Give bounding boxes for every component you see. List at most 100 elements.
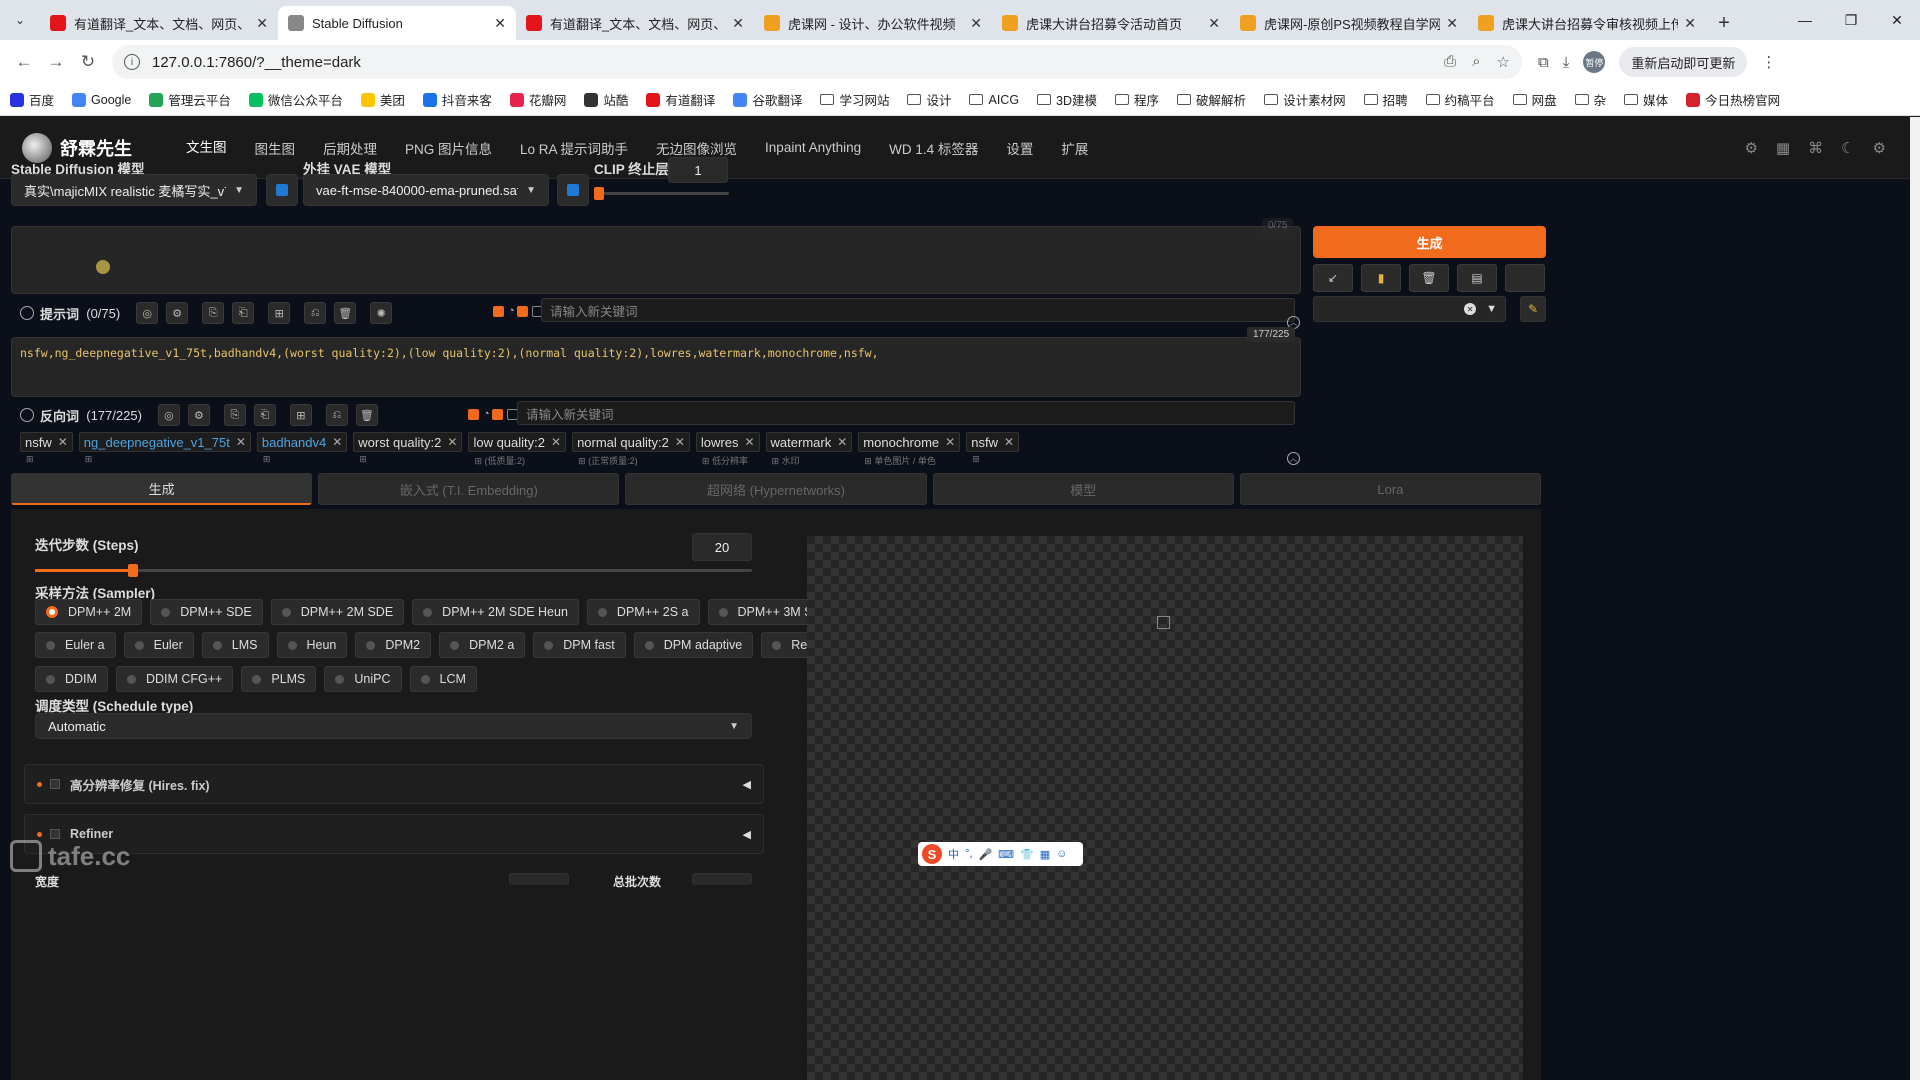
refiner-accordion[interactable]: Refiner ◀ — [24, 814, 764, 854]
prompt-tag[interactable]: low quality:2 ✕ ⊞ (低质量:2) — [468, 432, 567, 467]
bookmark-item[interactable]: 抖音来客 — [422, 90, 492, 109]
bookmark-item[interactable]: 设计 — [907, 90, 951, 109]
paste-icon[interactable]: ⎗ — [232, 302, 255, 324]
sampler-option[interactable]: DPM2 a — [439, 632, 526, 658]
prompt-tag[interactable]: watermark ✕ ⊞ 水印 — [765, 432, 853, 467]
sampler-option[interactable]: PLMS — [241, 666, 317, 692]
schedule-type-select[interactable]: Automatic ▼ — [35, 713, 752, 739]
emoji-icon[interactable]: ☺ — [1056, 848, 1067, 860]
extensions-icon[interactable]: ⧉ — [1538, 54, 1549, 71]
bookmark-item[interactable]: 网盘 — [1512, 90, 1557, 109]
sampler-option[interactable]: DPM adaptive — [633, 632, 754, 658]
edit-style-pencil-icon[interactable]: ✎ — [1520, 296, 1546, 322]
refiner-checkbox[interactable] — [50, 829, 60, 839]
bookmark-item[interactable]: 有道翻译 — [646, 90, 715, 109]
paste-icon[interactable]: ⎗ — [253, 404, 276, 426]
sampler-option[interactable]: DPM++ SDE — [150, 599, 263, 625]
nav-tab[interactable]: 设置 — [992, 117, 1047, 179]
sampler-option[interactable]: Euler — [123, 632, 194, 658]
sampler-option[interactable]: Euler a — [35, 632, 116, 658]
bookmark-item[interactable]: 破解解析 — [1177, 90, 1246, 109]
bookmark-item[interactable]: 美团 — [360, 90, 405, 109]
paste-params-icon[interactable]: ▮ — [1361, 264, 1401, 292]
settings-icon[interactable]: ⚙ — [187, 404, 210, 426]
bookmark-item[interactable]: 花瓣网 — [509, 90, 566, 109]
toolbox-icon[interactable]: ▦ — [1040, 848, 1050, 861]
tag-chip[interactable]: badhandv4 ✕ — [256, 432, 348, 452]
bookmark-item[interactable]: 微信公众平台 — [248, 90, 343, 109]
remove-tag-icon[interactable]: ✕ — [447, 435, 457, 449]
style-save-button[interactable] — [1505, 264, 1545, 292]
format-icon[interactable]: ⊞ — [289, 404, 312, 426]
translate-icon[interactable]: ⌘ — [1808, 139, 1823, 157]
tag-chip[interactable]: nsfw ✕ — [20, 432, 73, 452]
sub-tab[interactable]: 超网络 (Hypernetworks) — [625, 473, 927, 505]
hires-fix-checkbox[interactable] — [50, 779, 60, 789]
punctuation-icon[interactable]: °, — [965, 848, 972, 860]
sd-model-select[interactable]: 真实\majicMIX realistic 麦橘写实_v7.safetensor… — [11, 174, 257, 206]
trash-icon[interactable]: 🗑 — [355, 404, 378, 426]
bookmark-item[interactable]: 约稿平台 — [1425, 90, 1495, 109]
prompt-tag[interactable]: badhandv4 ✕ ⊞ — [256, 432, 348, 467]
keyword-checkbox[interactable] — [491, 408, 503, 420]
browser-menu-icon[interactable]: ⋮ — [1761, 53, 1776, 71]
sampler-option[interactable]: DDIM CFG++ — [115, 666, 234, 692]
refresh-model-button[interactable] — [266, 174, 298, 206]
steps-slider-thumb[interactable] — [128, 564, 139, 577]
sampler-option[interactable]: UniPC — [324, 666, 402, 692]
collapse-up-icon[interactable]: ︿ — [1287, 452, 1300, 465]
bookmark-item[interactable]: 程序 — [1115, 90, 1159, 109]
prompt-textarea[interactable] — [11, 226, 1301, 294]
remove-tag-icon[interactable]: ✕ — [744, 435, 754, 449]
negative-keyword-input[interactable]: 请输入新关键词 — [517, 401, 1295, 425]
steps-value-input[interactable]: 20 — [692, 533, 752, 561]
globe-icon[interactable]: ◎ — [136, 302, 159, 324]
grid-icon[interactable]: ▦ — [1776, 139, 1790, 157]
ime-toolbar[interactable]: S 中 °, 🎤 ⌨ 👕 ▦ ☺ — [918, 842, 1083, 866]
close-tab-icon[interactable]: ✕ — [494, 15, 506, 32]
clip-slider[interactable] — [594, 187, 729, 200]
sub-tab[interactable]: Lora — [1239, 473, 1542, 505]
copy-icon[interactable]: ⎘ — [202, 302, 225, 324]
negative-prompt-textarea[interactable]: nsfw,ng_deepnegative_v1_75t,badhandv4,(w… — [11, 337, 1301, 397]
prompt-tag[interactable]: ng_deepnegative_v1_75t ✕ ⊞ — [78, 432, 251, 467]
tag-chip[interactable]: lowres ✕ — [695, 432, 760, 452]
prompt-tag[interactable]: lowres ✕ ⊞ 低分辨率 — [695, 432, 760, 467]
bookmark-item[interactable]: 招聘 — [1363, 90, 1408, 109]
sampler-option[interactable]: LMS — [201, 632, 269, 658]
settings-gear-icon[interactable]: ⚙ — [1744, 139, 1757, 157]
style-select[interactable]: ✕ ▼ — [1313, 296, 1506, 322]
ime-mode[interactable]: 中 — [948, 846, 959, 862]
remove-tag-icon[interactable]: ✕ — [551, 435, 561, 449]
close-tab-icon[interactable]: ✕ — [1684, 15, 1696, 32]
prompt-keyword-input[interactable]: 请输入新关键词 — [541, 298, 1295, 322]
globe-icon[interactable]: ◎ — [157, 404, 180, 426]
bookmark-item[interactable]: 管理云平台 — [149, 90, 231, 109]
keyword-checkbox[interactable] — [516, 305, 528, 317]
history-icon[interactable]: ⎌ — [325, 404, 348, 426]
sub-tab[interactable]: 嵌入式 (T.I. Embedding) — [318, 473, 620, 505]
tag-chip[interactable]: normal quality:2 ✕ — [572, 432, 690, 452]
sampler-option[interactable]: DDIM — [35, 666, 108, 692]
keyboard-icon[interactable]: ⌨ — [998, 848, 1014, 861]
close-tab-icon[interactable]: ✕ — [970, 15, 982, 32]
sampler-option[interactable]: DPM++ 2M — [35, 599, 143, 625]
sampler-option[interactable]: DPM++ 2M SDE — [270, 599, 405, 625]
bookmark-item[interactable]: 媒体 — [1624, 90, 1668, 109]
format-icon[interactable]: ⊞ — [268, 302, 291, 324]
sampler-option[interactable]: DPM++ 2S a — [586, 599, 700, 625]
remove-tag-icon[interactable]: ✕ — [236, 435, 246, 449]
keyword-checkbox[interactable] — [468, 408, 479, 420]
browser-tab[interactable]: 虎课网-原创PS视频教程自学网 ✕ — [1230, 6, 1468, 40]
tab-search-icon[interactable]: ⌄ — [0, 0, 40, 40]
theme-moon-icon[interactable]: ☾ — [1841, 139, 1854, 157]
bookmark-item[interactable]: 百度 — [10, 90, 54, 109]
browser-tab[interactable]: 有道翻译_文本、文档、网页、 ✕ — [40, 6, 278, 40]
site-info-icon[interactable]: i — [124, 54, 140, 70]
bookmark-item[interactable]: 设计素材网 — [1264, 90, 1346, 109]
close-tab-icon[interactable]: ✕ — [1446, 15, 1458, 32]
browser-tab[interactable]: 虎课大讲台招募令活动首页 ✕ — [992, 6, 1230, 40]
clipboard-icon[interactable]: ▤ — [1457, 264, 1497, 292]
remove-tag-icon[interactable]: ✕ — [1004, 435, 1014, 449]
sub-tab[interactable]: 模型 — [932, 473, 1234, 505]
